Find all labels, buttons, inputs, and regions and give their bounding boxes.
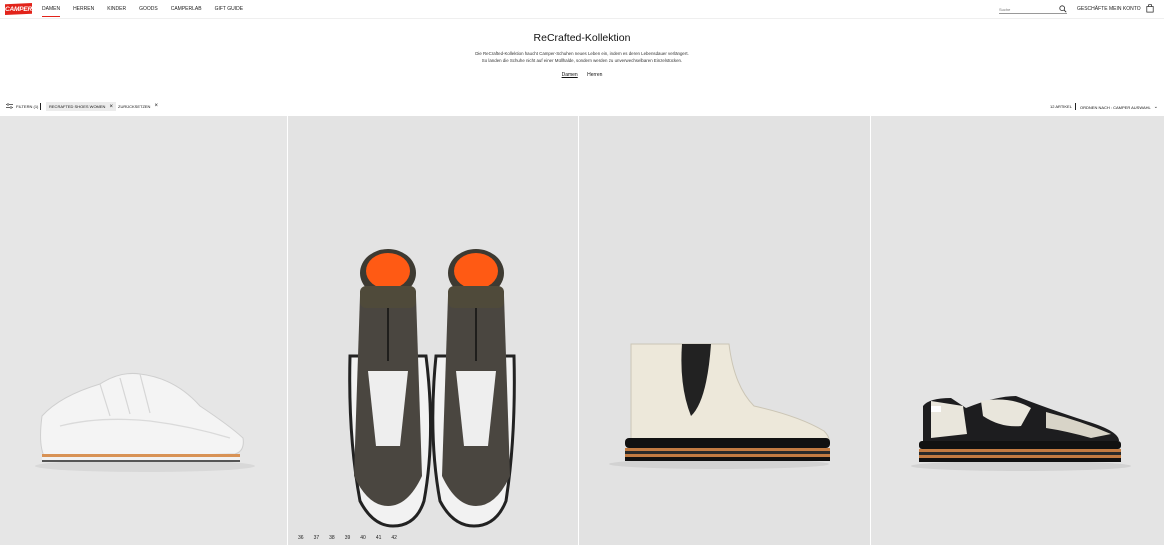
nav-item-goods[interactable]: GOODS: [139, 0, 158, 18]
sort-dropdown[interactable]: ORDNEN NACH : CAMPER AUSWAHL ⌄: [1080, 104, 1158, 110]
product-card[interactable]: [288, 116, 578, 545]
link-herren[interactable]: Herren: [587, 72, 602, 78]
zip-boots-image: [288, 116, 578, 545]
site-header: CAMPER DAMEN HERREN KINDER GOODS CAMPERL…: [0, 0, 1164, 19]
nav-item-damen[interactable]: DAMEN: [42, 0, 61, 18]
filter-icon: [6, 103, 13, 109]
filters-button[interactable]: FILTERN (1): [6, 103, 38, 109]
shopping-bag-icon[interactable]: [1146, 4, 1154, 13]
sort-label: ORDNEN NACH : CAMPER AUSWAHL: [1080, 104, 1151, 110]
reset-button[interactable]: ZURÜCKSETZEN ×: [118, 103, 158, 109]
size-option[interactable]: 37: [314, 535, 320, 541]
white-sneaker-image: [0, 116, 287, 545]
search-icon[interactable]: [1059, 5, 1067, 13]
divider: [40, 103, 41, 110]
nav-item-herren[interactable]: HERREN: [73, 0, 94, 18]
size-option[interactable]: 39: [345, 535, 351, 541]
chip-label: RECRAFTED SHOES WOMEN: [49, 104, 106, 109]
page-title: ReCrafted-Kollektion: [533, 32, 631, 44]
camper-logo[interactable]: CAMPER: [5, 3, 32, 15]
collection-description: Die ReCrafted-Kollektion haucht Camper-S…: [0, 51, 1164, 64]
size-option[interactable]: 38: [329, 535, 335, 541]
filters-label: FILTERN (1): [16, 103, 39, 109]
product-card[interactable]: [871, 116, 1164, 545]
reset-label: ZURÜCKSETZEN: [118, 103, 151, 109]
item-count: 12 ARTIKEL: [1050, 104, 1072, 109]
chevron-down-icon: ⌄: [1153, 104, 1158, 110]
product-grid: [0, 116, 1164, 545]
size-option[interactable]: 40: [360, 535, 366, 541]
size-list: 36 37 38 39 40 41 42: [298, 535, 407, 541]
link-damen[interactable]: Damen: [562, 72, 578, 78]
nav-item-gift-guide[interactable]: GIFT GUIDE: [215, 0, 244, 18]
divider: [1075, 103, 1076, 110]
filter-bar: FILTERN (1) RECRAFTED SHOES WOMEN × ZURÜ…: [0, 101, 1164, 113]
nav-item-kinder[interactable]: KINDER: [107, 0, 126, 18]
gender-links: Damen Herren: [0, 72, 1164, 78]
description-line-2: So landen die Schuhe nicht auf einer Mül…: [481, 57, 683, 63]
close-icon[interactable]: ×: [109, 104, 113, 110]
product-card[interactable]: [0, 116, 287, 545]
search-box: [999, 5, 1067, 14]
product-card[interactable]: [579, 116, 870, 545]
size-option[interactable]: 36: [298, 535, 304, 541]
close-icon: ×: [154, 103, 158, 109]
stores-link[interactable]: GESCHÄFTE: [1077, 6, 1108, 12]
nav-item-camperlab[interactable]: CAMPERLAB: [171, 0, 202, 18]
account-link[interactable]: MEIN KONTO: [1109, 6, 1141, 12]
black-cream-sneaker-image: [871, 116, 1164, 545]
search-input[interactable]: [999, 5, 1057, 13]
chelsea-boot-image: [579, 116, 870, 545]
size-option[interactable]: 42: [391, 535, 397, 541]
size-option[interactable]: 41: [376, 535, 382, 541]
active-filter-chip[interactable]: RECRAFTED SHOES WOMEN ×: [46, 102, 116, 111]
main-nav: DAMEN HERREN KINDER GOODS CAMPERLAB GIFT…: [42, 0, 256, 18]
